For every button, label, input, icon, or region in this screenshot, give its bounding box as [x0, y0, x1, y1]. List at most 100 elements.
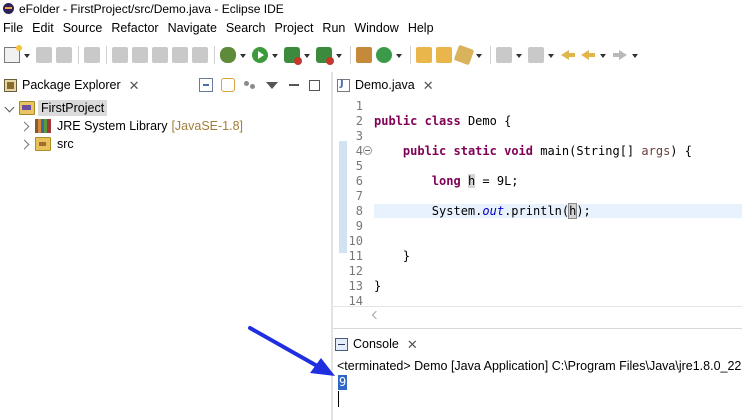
toolbar-separator	[214, 46, 215, 64]
next-annotation-icon[interactable]	[496, 47, 512, 63]
annotation-pen-dropdown[interactable]	[476, 47, 483, 63]
code-line: 4 public static void main(String[] args)…	[333, 143, 742, 158]
previous-annotation-icon[interactable]	[528, 47, 544, 63]
save-all-icon[interactable]	[56, 47, 72, 63]
external-tools-dropdown[interactable]	[336, 47, 343, 63]
close-icon[interactable]: ✕	[129, 79, 140, 92]
collapse-all-icon[interactable]	[199, 78, 213, 92]
line-number: 4	[355, 143, 363, 158]
annotation-pen-icon[interactable]	[453, 44, 475, 66]
line-number: 8	[355, 203, 363, 218]
menu-navigate[interactable]: Navigate	[164, 21, 222, 35]
line-number: 7	[355, 188, 363, 203]
toolbar-separator	[106, 46, 107, 64]
debug-dropdown[interactable]	[240, 47, 247, 63]
toggle-word-wrap-icon[interactable]	[152, 47, 168, 63]
menu-edit[interactable]: Edit	[28, 21, 59, 35]
previous-annotation-dropdown[interactable]	[548, 47, 555, 63]
new-java-class-dropdown[interactable]	[396, 47, 403, 63]
menu-project[interactable]: Project	[271, 21, 319, 35]
console-process-status: <terminated> Demo [Java Application] C:\…	[337, 359, 742, 373]
menu-help[interactable]: Help	[404, 21, 439, 35]
tree-item-firstproject[interactable]: FirstProject	[0, 99, 330, 117]
back-to-edit-icon[interactable]	[580, 47, 596, 63]
line-number: 1	[355, 98, 363, 113]
coverage-icon[interactable]	[284, 47, 302, 65]
forward-icon[interactable]	[612, 47, 628, 63]
coverage-dropdown[interactable]	[304, 47, 311, 63]
line-number: 6	[355, 173, 363, 188]
code-line: 3	[333, 128, 742, 143]
window-title: eFolder - FirstProject/src/Demo.java - E…	[19, 2, 284, 16]
package-explorer-tab[interactable]: Package Explorer ✕	[4, 72, 140, 98]
console-tab[interactable]: Console ✕	[335, 331, 418, 357]
new-wizard-icon[interactable]	[4, 45, 22, 63]
menu-search[interactable]: Search	[222, 21, 271, 35]
external-tools-icon[interactable]	[316, 47, 334, 65]
tree-item-decoration: [JavaSE-1.8]	[171, 119, 244, 133]
line-number: 11	[348, 248, 363, 263]
line-number: 5	[355, 158, 363, 173]
link-with-editor-icon[interactable]	[221, 78, 235, 92]
chevron-right-icon[interactable]	[20, 138, 32, 150]
minimize-icon[interactable]	[287, 78, 301, 92]
menu-window[interactable]: Window	[350, 21, 403, 35]
title-bar: eFolder - FirstProject/src/Demo.java - E…	[0, 0, 742, 18]
close-icon[interactable]: ✕	[423, 79, 434, 92]
package-explorer-view-toolbar	[191, 76, 320, 94]
tree-item-src[interactable]: src	[0, 135, 330, 153]
toggle-breadcrumb-icon[interactable]	[172, 47, 188, 63]
line-number: 12	[348, 263, 363, 278]
code-text: System.out.println(h);	[374, 202, 742, 219]
code-line: 12	[333, 263, 742, 278]
console-view: Console ✕ <terminated> Demo [Java Applic…	[333, 328, 742, 420]
library-icon	[35, 119, 51, 133]
horizontal-scrollbar[interactable]	[333, 306, 742, 326]
menu-source[interactable]: Source	[59, 21, 108, 35]
new-wizard-dropdown[interactable]	[24, 47, 31, 63]
toolbar-separator	[490, 46, 491, 64]
chevron-down-icon[interactable]	[4, 102, 16, 114]
code-text: }	[374, 278, 382, 293]
menu-file[interactable]: File	[0, 21, 28, 35]
forward-dropdown[interactable]	[632, 47, 639, 63]
pilcrow-icon[interactable]	[192, 47, 208, 63]
open-task-icon[interactable]	[436, 47, 452, 63]
toggle-mark-occurrences-icon[interactable]	[84, 47, 100, 63]
project-tree: FirstProject JRE System Library [JavaSE-…	[0, 99, 330, 153]
next-annotation-dropdown[interactable]	[516, 47, 523, 63]
code-editor[interactable]: 1 2 public class Demo { 3 4 public stati…	[333, 98, 742, 308]
code-line-current: 8 System.out.println(h);	[333, 202, 742, 219]
back-dropdown[interactable]	[600, 47, 607, 63]
menu-run[interactable]: Run	[318, 21, 350, 35]
toolbar-separator	[78, 46, 79, 64]
eclipse-app-icon	[2, 2, 16, 16]
code-line: 11 }	[333, 248, 742, 263]
code-text: public static void main(String[] args) {	[402, 143, 692, 158]
menu-refactor[interactable]: Refactor	[107, 21, 163, 35]
back-icon[interactable]	[560, 47, 576, 63]
close-icon[interactable]: ✕	[407, 338, 418, 351]
editor-tab-demo-java[interactable]: Demo.java ✕	[337, 72, 434, 98]
toggle-block-selection-icon[interactable]	[112, 47, 128, 63]
tree-item-jre-system-library[interactable]: JRE System Library [JavaSE-1.8]	[0, 117, 330, 135]
run-icon[interactable]	[252, 47, 268, 63]
show-whitespace-icon[interactable]	[132, 47, 148, 63]
view-menu-icon[interactable]	[265, 78, 279, 92]
console-tab-label: Console	[353, 337, 399, 351]
line-number: 3	[355, 128, 363, 143]
filters-icon[interactable]	[243, 78, 257, 92]
java-project-icon	[19, 101, 35, 115]
run-dropdown[interactable]	[272, 47, 279, 63]
maximize-icon[interactable]	[309, 79, 320, 91]
debug-icon[interactable]	[220, 47, 236, 63]
tree-item-label: JRE System Library	[57, 119, 168, 133]
chevron-right-icon[interactable]	[20, 120, 32, 132]
open-type-icon[interactable]	[416, 47, 432, 63]
new-java-class-icon[interactable]	[376, 47, 392, 63]
scroll-left-icon[interactable]	[371, 310, 381, 320]
save-icon[interactable]	[36, 47, 52, 63]
code-line: 2 public class Demo {	[333, 113, 742, 128]
new-java-package-icon[interactable]	[356, 47, 372, 63]
code-line: 6 long h = 9L;	[333, 173, 742, 188]
